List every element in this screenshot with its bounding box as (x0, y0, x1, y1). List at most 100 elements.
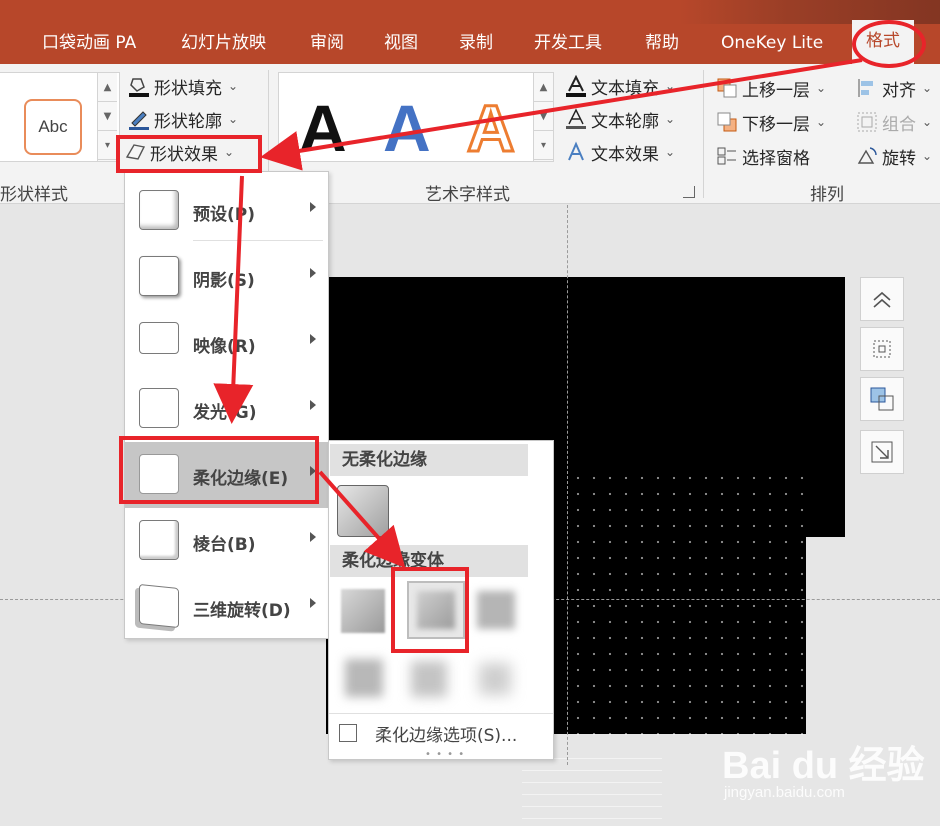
3d-rotation-thumb-icon (139, 583, 179, 629)
wordart-gallery[interactable]: A A A ▲ ▼ ▾ (278, 72, 554, 165)
gallery-scroll[interactable]: ▲ ▼ ▾ (97, 73, 117, 161)
watermark-logo: Bai du 经验 (722, 745, 925, 787)
tab-record[interactable]: 录制 (459, 30, 493, 56)
soft-edge-option-1[interactable] (341, 589, 385, 633)
tab-help[interactable]: 帮助 (645, 30, 679, 56)
soft-edge-option-4[interactable] (345, 659, 383, 697)
wordart-sample-orange[interactable]: A (466, 92, 517, 165)
gallery-up-icon[interactable]: ▲ (98, 73, 117, 103)
vertical-guide (567, 205, 568, 765)
menu-item-bevel[interactable]: 棱台(B) (125, 508, 330, 574)
resize-grip-icon[interactable]: • • • • (425, 749, 465, 760)
send-backward-button[interactable]: 下移一层 ⌄ (716, 108, 826, 136)
group-label: 组合 (882, 114, 916, 135)
menu-item-label: 发光(G) (193, 403, 257, 423)
tab-pocket-animation[interactable]: 口袋动画 PA (42, 30, 136, 56)
selection-pane-label: 选择窗格 (742, 148, 810, 169)
tab-format[interactable]: 格式 (852, 20, 914, 64)
paint-bucket-icon (128, 75, 150, 97)
menu-item-label: 柔化边缘(E) (193, 469, 289, 489)
gallery-more-icon[interactable]: ▾ (98, 131, 117, 161)
shape-outline-label: 形状轮廓 (154, 111, 222, 132)
chevron-down-icon: ⌄ (228, 112, 239, 126)
text-effects-icon (565, 141, 587, 163)
selection-pane-icon (716, 145, 738, 167)
soft-edge-options-label: 柔化边缘选项(S)... (375, 726, 518, 746)
text-effects-label: 文本效果 (591, 144, 659, 165)
no-soft-edges-option[interactable] (337, 485, 389, 537)
soft-edge-options-row[interactable]: 柔化边缘选项(S)... (329, 713, 553, 749)
tab-review[interactable]: 审阅 (310, 30, 344, 56)
watermark-url: jingyan.baidu.com (724, 784, 845, 801)
menu-item-glow[interactable]: 发光(G) (125, 376, 330, 442)
text-effects-button[interactable]: 文本效果 ⌄ (565, 138, 675, 166)
menu-item-shadow[interactable]: 阴影(S) (125, 244, 330, 310)
align-label: 对齐 (882, 80, 916, 101)
submenu-arrow-icon (310, 400, 316, 410)
chevron-down-icon: ⌄ (665, 145, 676, 159)
shape-effects-menu: 预设(P) 阴影(S) 映像(R) 发光(G) 柔化边缘(E) 棱台(B) 三维… (124, 171, 330, 640)
shape-styles-group-label: 形状样式 (0, 185, 68, 205)
wordart-sample-blue[interactable]: A (383, 93, 431, 163)
soft-edge-option-2-selected[interactable] (407, 581, 465, 639)
soft-edge-option-5[interactable] (411, 661, 447, 697)
menu-item-3d-rotation[interactable]: 三维旋转(D) (125, 574, 330, 640)
menu-item-reflection[interactable]: 映像(R) (125, 310, 330, 376)
selection-pane-button[interactable]: 选择窗格 (716, 142, 810, 170)
shape-format-button[interactable] (860, 377, 904, 421)
wordart-scroll[interactable]: ▲ ▼ ▾ (533, 73, 553, 161)
rotate-button[interactable]: 旋转 ⌄ (856, 142, 932, 170)
shape-effects-icon (124, 141, 146, 163)
wordart-sample-black[interactable]: A (299, 93, 347, 163)
dialog-launcher-icon[interactable] (683, 186, 695, 198)
soft-edge-option-6[interactable] (479, 663, 511, 695)
shape-style-swatch[interactable]: Abc (24, 99, 82, 155)
shadow-thumb-icon (139, 256, 179, 296)
group-button[interactable]: 组合 ⌄ (856, 108, 932, 136)
layout-options-button[interactable] (860, 327, 904, 371)
gallery-down-icon[interactable]: ▼ (534, 102, 553, 132)
text-fill-button[interactable]: 文本填充 ⌄ (565, 72, 675, 100)
submenu-arrow-icon (310, 202, 316, 212)
chevron-down-icon: ⌄ (816, 115, 827, 129)
menu-item-label: 映像(R) (193, 337, 256, 357)
tab-onekey-lite[interactable]: OneKey Lite (721, 30, 823, 56)
tab-slideshow[interactable]: 幻灯片放映 (181, 30, 266, 56)
gallery-up-icon[interactable]: ▲ (534, 73, 553, 103)
align-button[interactable]: 对齐 ⌄ (856, 74, 932, 102)
send-backward-icon (716, 111, 738, 133)
soft-edge-option-3[interactable] (477, 591, 515, 629)
menu-item-preset[interactable]: 预设(P) (125, 178, 330, 244)
bring-forward-label: 上移一层 (742, 80, 810, 101)
submenu-arrow-icon (310, 334, 316, 344)
gallery-down-icon[interactable]: ▼ (98, 102, 117, 132)
align-icon (856, 77, 878, 99)
ribbon-tab-bar: 口袋动画 PA 幻灯片放映 审阅 视图 录制 开发工具 帮助 OneKey Li… (0, 0, 940, 64)
tab-view[interactable]: 视图 (384, 30, 418, 56)
submenu-arrow-icon (310, 466, 316, 476)
bring-forward-button[interactable]: 上移一层 ⌄ (716, 74, 826, 102)
submenu-arrow-icon (310, 268, 316, 278)
shape-effects-button[interactable]: 形状效果 ⌄ (124, 138, 234, 166)
shape-style-gallery[interactable]: Abc ▲ ▼ ▾ (0, 72, 120, 162)
collapse-up-button[interactable] (860, 277, 904, 321)
soft-edges-thumb-icon (139, 454, 179, 494)
soft-edge-options-checkbox-icon[interactable] (339, 724, 357, 742)
text-fill-label: 文本填充 (591, 78, 659, 99)
pen-icon (128, 108, 150, 130)
shape-outline-button[interactable]: 形状轮廓 ⌄ (128, 105, 238, 133)
shape-fill-button[interactable]: 形状填充 ⌄ (128, 72, 238, 100)
text-outline-button[interactable]: 文本轮廓 ⌄ (565, 105, 675, 133)
glow-thumb-icon (139, 388, 179, 428)
rotate-label: 旋转 (882, 148, 916, 169)
gallery-more-icon[interactable]: ▾ (534, 131, 553, 161)
menu-item-label: 棱台(B) (193, 535, 256, 555)
chevron-down-icon: ⌄ (922, 115, 933, 129)
resize-button[interactable] (860, 430, 904, 474)
bevel-thumb-icon (139, 520, 179, 560)
tab-developer[interactable]: 开发工具 (534, 30, 602, 56)
chevron-down-icon: ⌄ (665, 112, 676, 126)
menu-item-soft-edges[interactable]: 柔化边缘(E) (125, 442, 330, 508)
dotted-pattern (570, 470, 805, 740)
reflection-thumb-icon (139, 322, 179, 354)
